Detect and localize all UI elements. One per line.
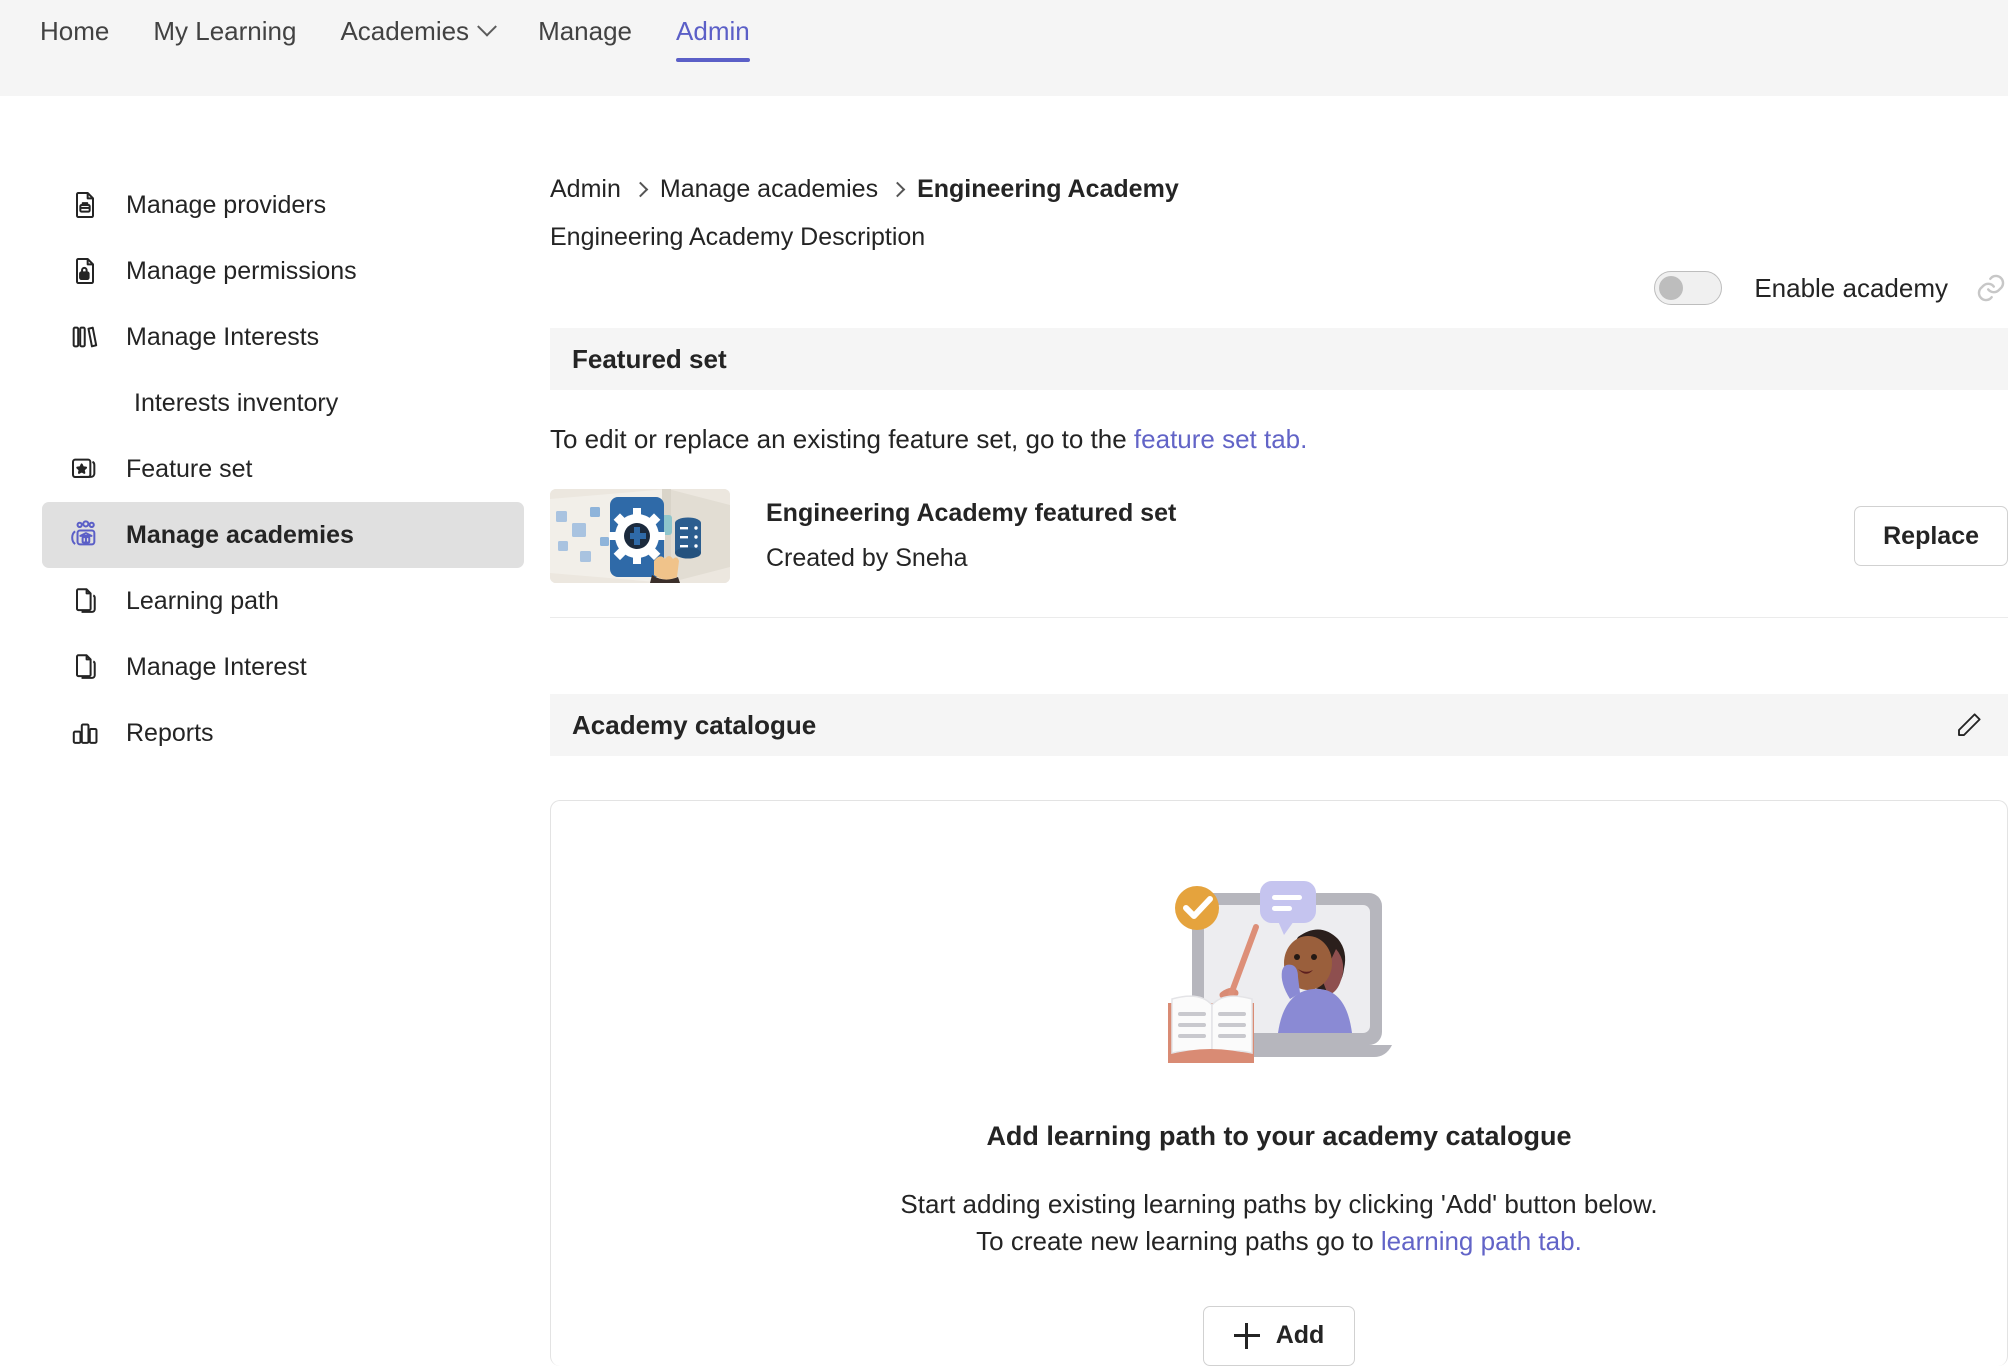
enable-academy-row: Enable academy (1654, 264, 2008, 312)
replace-button[interactable]: Replace (1854, 506, 2008, 566)
sidebar-item-label: Learning path (126, 586, 279, 615)
chevron-right-icon (632, 181, 649, 197)
empty-state-illustration (1150, 857, 1408, 1067)
document-toolbox-icon (68, 188, 102, 222)
featured-set-thumbnail (550, 489, 730, 583)
breadcrumb-item-current: Engineering Academy (917, 174, 1179, 203)
featured-set-helper-text: To edit or replace an existing feature s… (550, 424, 2008, 455)
add-button[interactable]: Add (1202, 1305, 1356, 1366)
featured-set-item-row: Engineering Academy featured set Created… (550, 489, 2008, 618)
people-academy-icon (68, 518, 102, 552)
sidebar-item-manage-providers[interactable]: Manage providers (42, 172, 524, 238)
nav-item-label: Home (40, 15, 110, 46)
featured-set-title: Featured set (572, 343, 727, 374)
sidebar-item-manage-permissions[interactable]: Manage permissions (42, 238, 524, 304)
chevron-right-icon (889, 181, 906, 197)
empty-state-body: Start adding existing learning paths by … (900, 1186, 1657, 1260)
breadcrumb: Admin Manage academies Engineering Acade… (550, 172, 2008, 206)
nav-item-label: Manage (538, 15, 633, 46)
top-navigation-items: Home My Learning Academies Manage Admin (0, 0, 772, 96)
link-icon[interactable] (1974, 271, 2008, 305)
sidebar-item-learning-path[interactable]: Learning path (42, 568, 524, 634)
featured-set-helper-prefix: To edit or replace an existing feature s… (550, 424, 1134, 454)
sidebar-item-label: Manage permissions (126, 256, 357, 285)
document-copy-icon (68, 650, 102, 684)
nav-item-label: My Learning (153, 15, 297, 46)
nav-item-academies[interactable]: Academies (318, 0, 516, 62)
page-description: Engineering Academy Description (550, 223, 926, 251)
sidebar-item-manage-interests[interactable]: Manage Interests (42, 304, 524, 370)
sidebar-item-label: Feature set (126, 454, 253, 483)
breadcrumb-item-manage-academies[interactable]: Manage academies (660, 175, 878, 204)
sidebar-item-manage-academies[interactable]: Manage academies (42, 502, 524, 568)
sidebar-item-label: Manage Interests (126, 322, 320, 351)
empty-state-line2-prefix: To create new learning paths go to (976, 1225, 1381, 1256)
chevron-down-icon (477, 16, 497, 37)
nav-item-label: Admin (676, 15, 750, 46)
academy-catalogue-section-header: Academy catalogue (550, 694, 2008, 756)
books-icon (68, 320, 102, 354)
main-content: Admin Manage academies Engineering Acade… (550, 172, 2008, 1366)
featured-set-meta: Engineering Academy featured set Created… (766, 499, 1176, 573)
nav-item-manage[interactable]: Manage (516, 0, 654, 62)
sidebar-item-manage-interest[interactable]: Manage Interest (42, 634, 524, 700)
document-lock-icon (68, 254, 102, 288)
nav-item-label: Academies (340, 15, 470, 46)
pencil-edit-icon[interactable] (1952, 708, 1986, 742)
sidebar-item-reports[interactable]: Reports (42, 700, 524, 766)
featured-set-item-subtitle: Created by Sneha (766, 544, 968, 572)
bar-chart-icon (68, 716, 102, 750)
enable-academy-toggle[interactable] (1654, 271, 1723, 305)
sidebar-item-interests-inventory[interactable]: Interests inventory (42, 370, 524, 436)
document-copy-icon (68, 584, 102, 618)
admin-sidebar: Manage providers Manage permissions Manage… (42, 172, 524, 766)
toggle-knob (1659, 276, 1684, 300)
sidebar-item-label: Reports (126, 718, 214, 747)
academy-catalogue-title: Academy catalogue (572, 709, 817, 740)
plus-icon (1233, 1322, 1260, 1349)
sidebar-item-label: Manage academies (126, 520, 354, 549)
sidebar-item-label: Interests inventory (134, 388, 339, 417)
enable-academy-label: Enable academy (1754, 272, 1948, 303)
top-navigation-bar: Home My Learning Academies Manage Admin (0, 0, 2008, 96)
nav-item-home[interactable]: Home (18, 0, 131, 62)
feature-set-tab-link[interactable]: feature set tab. (1134, 424, 1307, 454)
academy-catalogue-empty-state: Add learning path to your academy catalo… (550, 800, 2008, 1366)
learning-path-tab-link[interactable]: learning path tab. (1381, 1226, 1582, 1256)
featured-set-item-title: Engineering Academy featured set (766, 499, 1177, 527)
empty-state-title: Add learning path to your academy catalo… (986, 1121, 1572, 1151)
sidebar-item-label: Manage providers (126, 190, 327, 219)
breadcrumb-item-admin[interactable]: Admin (550, 175, 621, 204)
add-button-label: Add (1275, 1321, 1325, 1350)
nav-item-my-learning[interactable]: My Learning (131, 0, 318, 62)
sidebar-item-label: Manage Interest (126, 652, 307, 681)
featured-set-section-header: Featured set (550, 328, 2008, 390)
nav-item-admin[interactable]: Admin (654, 0, 772, 62)
empty-state-line1: Start adding existing learning paths by … (900, 1189, 1658, 1219)
sidebar-item-feature-set[interactable]: Feature set (42, 436, 524, 502)
star-stack-icon (68, 452, 102, 486)
